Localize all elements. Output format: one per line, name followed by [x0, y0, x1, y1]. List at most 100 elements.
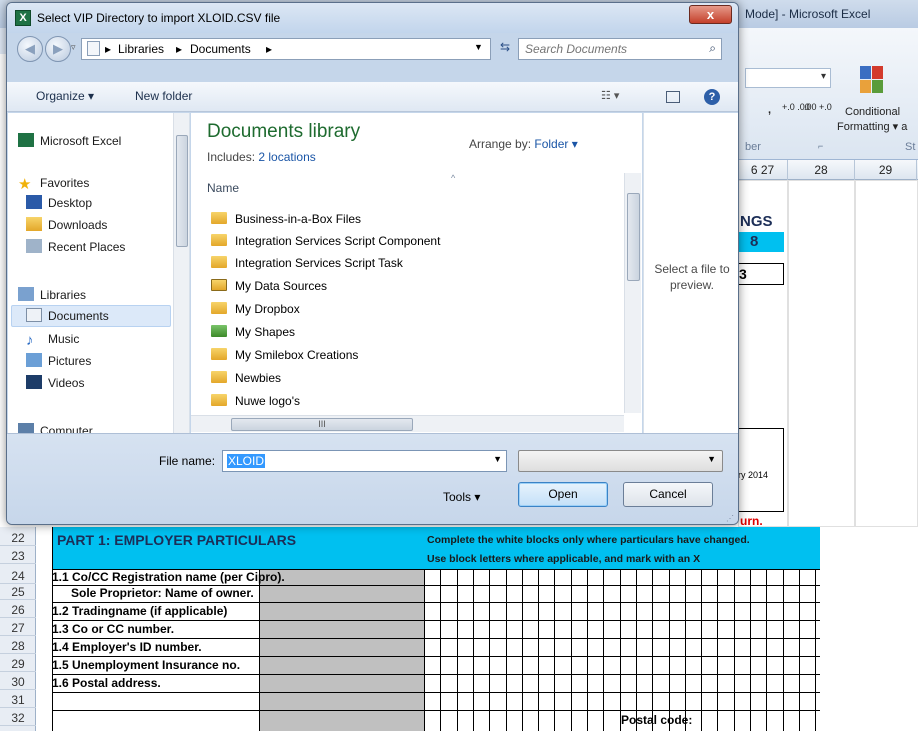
breadcrumb-separator[interactable]: ▸ [176, 42, 182, 56]
file-list-hscrollbar[interactable]: III [191, 415, 624, 432]
resize-grip-icon[interactable]: ⋰ [726, 514, 736, 524]
number-group-label: ber [745, 141, 761, 153]
worksheet[interactable]: PART 1: EMPLOYER PARTICULARS Complete th… [37, 527, 918, 731]
dialog-title-bar[interactable]: X Select VIP Directory to import XLOID.C… [7, 3, 738, 33]
tools-button[interactable]: Tools ▾ [443, 490, 480, 504]
nav-scrollbar[interactable] [173, 113, 189, 433]
change-view-icon[interactable]: ☷ ▾ [601, 89, 619, 102]
block-grid-line [766, 569, 768, 731]
table-line [52, 674, 820, 675]
nav-videos[interactable]: Videos [26, 373, 84, 393]
nav-recent-places[interactable]: Recent Places [26, 237, 125, 257]
name-column-header[interactable]: Name [207, 181, 239, 195]
file-type-select[interactable]: ▼ [518, 450, 723, 472]
nav-favorites[interactable]: ★ Favorites [18, 173, 89, 193]
table-line [52, 692, 820, 693]
breadcrumb-separator[interactable]: ▸ [105, 42, 111, 56]
new-folder-button[interactable]: New folder [135, 89, 192, 103]
row-number[interactable]: 26 [0, 602, 36, 618]
search-icon[interactable]: ⌕ [709, 41, 716, 56]
row-number[interactable]: 23 [0, 548, 36, 564]
row-number[interactable]: 27 [0, 620, 36, 636]
folder-item[interactable]: My Smilebox Creations [211, 345, 358, 365]
breadcrumb-libraries[interactable]: Libraries [118, 42, 164, 56]
open-button[interactable]: Open [518, 482, 608, 507]
folder-item[interactable]: Integration Services Script Component [211, 231, 440, 251]
locations-link[interactable]: 2 locations [258, 150, 315, 164]
forward-button[interactable]: ▶ [45, 36, 71, 62]
address-dropdown-icon[interactable]: ▼ [474, 42, 483, 52]
nav-microsoft-excel[interactable]: Microsoft Excel [18, 131, 121, 151]
folder-item[interactable]: Business-in-a-Box Files [211, 209, 361, 229]
row-number[interactable]: 28 [0, 638, 36, 654]
row-number[interactable]: 22 [0, 530, 36, 546]
organize-button[interactable]: Organize ▾ [36, 89, 94, 103]
help-icon[interactable]: ? [704, 89, 720, 105]
file-scroll-thumb[interactable] [627, 193, 640, 281]
field-label: 1.5 Unemployment Insurance no. [52, 658, 241, 672]
value-cell[interactable]: 3 [738, 263, 784, 285]
file-type-dropdown-icon[interactable]: ▼ [707, 454, 716, 464]
column-header[interactable]: 29 [855, 160, 917, 180]
file-hscroll-thumb[interactable]: III [231, 418, 413, 431]
conditional-formatting-label[interactable]: Conditional [845, 106, 900, 118]
conditional-formatting-label-2[interactable]: Formatting ▾ a [837, 120, 907, 133]
file-name-dropdown-icon[interactable]: ▼ [493, 454, 502, 464]
instruction-note: Use block letters where applicable, and … [427, 553, 701, 565]
row-number[interactable]: 32 [0, 710, 36, 726]
dialog-launcher-icon[interactable]: ⌐ [818, 141, 823, 151]
nav-scroll-thumb[interactable] [176, 135, 188, 247]
folder-icon [211, 394, 227, 406]
file-name-input[interactable]: XLOID ▼ [222, 450, 507, 472]
search-input[interactable] [525, 41, 695, 57]
nav-music[interactable]: ♪ Music [26, 329, 79, 349]
libraries-icon [18, 287, 34, 301]
decrease-decimal-button[interactable]: .00 +.0 [804, 102, 832, 112]
arrange-by-dropdown[interactable]: Folder ▾ [534, 137, 577, 151]
folder-item[interactable]: My Dropbox [211, 299, 300, 319]
comma-style-button[interactable]: , [768, 104, 771, 116]
block-grid-line [619, 569, 621, 731]
close-button[interactable]: x [689, 5, 732, 24]
folder-item[interactable]: My Data Sources [211, 276, 327, 296]
address-bar[interactable]: ▸ Libraries ▸ Documents ▸ ▼ [81, 38, 491, 60]
grid-area[interactable] [855, 180, 918, 527]
column-header[interactable]: 28 [788, 160, 855, 180]
table-line [52, 710, 820, 711]
block-grid-line [733, 569, 735, 731]
folder-item[interactable]: Integration Services Script Task [211, 253, 403, 273]
folder-icon [211, 234, 227, 246]
row-number[interactable]: 30 [0, 674, 36, 690]
row-number[interactable]: 25 [0, 584, 36, 600]
search-box[interactable]: ⌕ [518, 38, 722, 60]
nav-libraries[interactable]: Libraries [18, 285, 86, 305]
refresh-icon[interactable]: ⇆ [495, 40, 515, 58]
file-name-value[interactable]: XLOID [227, 454, 266, 468]
recent-locations-icon[interactable]: ▿ [71, 42, 76, 53]
preview-pane: Select a file to preview. [643, 113, 738, 433]
nav-pictures[interactable]: Pictures [26, 351, 91, 371]
preview-pane-icon[interactable] [666, 91, 680, 103]
breadcrumb-documents[interactable]: Documents [190, 42, 251, 56]
file-list-scrollbar[interactable] [624, 173, 641, 413]
column-header[interactable]: 6 27 [738, 160, 788, 180]
cancel-button[interactable]: Cancel [623, 482, 713, 507]
back-button[interactable]: ◀ [17, 36, 43, 62]
nav-documents[interactable]: Documents [26, 306, 109, 326]
field-label: Sole Proprietor: Name of owner. [71, 586, 254, 600]
field-label: 1.6 Postal address. [52, 676, 161, 690]
row-number[interactable]: 31 [0, 692, 36, 708]
breadcrumb-separator[interactable]: ▸ [266, 42, 272, 56]
conditional-formatting-icon[interactable] [860, 66, 884, 94]
number-format-combo[interactable]: ▾ [745, 68, 831, 88]
folder-item[interactable]: Nuwe logo's [211, 391, 300, 411]
block-grid-line [538, 569, 540, 731]
folder-item[interactable]: Newbies [211, 368, 281, 388]
folder-item[interactable]: My Shapes [211, 322, 295, 342]
table-line [52, 602, 820, 603]
nav-desktop[interactable]: Desktop [26, 193, 92, 213]
row-number[interactable]: 24 [0, 568, 36, 584]
grid-area[interactable] [788, 180, 855, 527]
row-number[interactable]: 29 [0, 656, 36, 672]
nav-downloads[interactable]: Downloads [26, 215, 107, 235]
